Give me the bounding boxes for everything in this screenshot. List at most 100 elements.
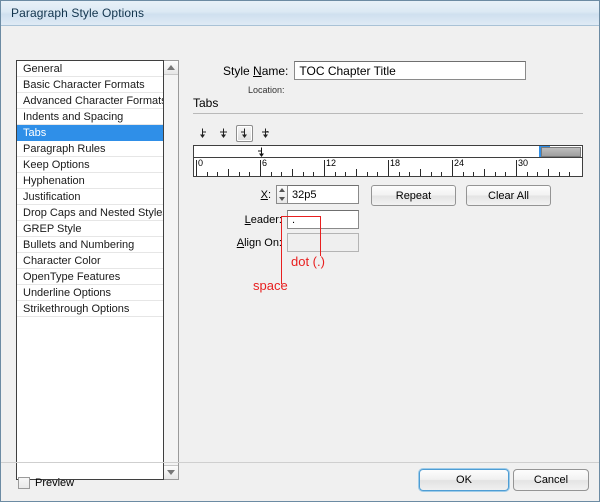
tab-ruler-scale: 0 6 12 18 24 30 xyxy=(194,158,582,176)
x-stepper-up[interactable] xyxy=(277,186,287,195)
sidebar-item-label: Bullets and Numbering xyxy=(23,239,135,251)
scroll-down-icon[interactable] xyxy=(164,465,178,479)
triangle-up-icon xyxy=(167,65,175,70)
align-on-input[interactable] xyxy=(287,233,359,252)
ruler-minor-tick xyxy=(345,172,346,176)
leader-input[interactable] xyxy=(287,210,359,229)
right-tab-icon[interactable] xyxy=(236,125,253,142)
category-list[interactable]: General Basic Character Formats Advanced C… xyxy=(16,60,164,480)
center-tab-icon-glyph xyxy=(220,128,227,138)
ruler-minor-tick xyxy=(569,172,570,176)
sidebar-item-strikethrough-options[interactable]: Strikethrough Options xyxy=(17,301,163,317)
ruler-minor-tick xyxy=(313,172,314,176)
cancel-button[interactable]: Cancel xyxy=(513,469,589,491)
decimal-tab-icon-glyph xyxy=(262,128,269,138)
preview-checkbox-row[interactable]: Preview xyxy=(18,477,74,489)
repeat-button[interactable]: Repeat xyxy=(371,185,456,206)
x-field-row: X: xyxy=(226,185,359,204)
sidebar-item-label: Justification xyxy=(23,191,81,203)
ok-button[interactable]: OK xyxy=(419,469,509,491)
sidebar-item-label: Drop Caps and Nested Styles xyxy=(23,207,164,219)
sidebar-item-keep-options[interactable]: Keep Options xyxy=(17,157,163,173)
category-list-scrollbar[interactable] xyxy=(164,60,179,480)
sidebar-item-tabs[interactable]: Tabs xyxy=(17,125,163,141)
sidebar-item-character-color[interactable]: Character Color xyxy=(17,253,163,269)
scroll-up-icon[interactable] xyxy=(164,61,178,75)
tab-ruler-drag-handle[interactable] xyxy=(541,147,581,157)
sidebar-item-underline-options[interactable]: Underline Options xyxy=(17,285,163,301)
ruler-minor-tick xyxy=(281,172,282,176)
sidebar-item-label: Keep Options xyxy=(23,159,90,171)
ruler-minor-tick xyxy=(217,172,218,176)
x-input[interactable] xyxy=(287,185,359,204)
sidebar-item-label: Underline Options xyxy=(23,287,112,299)
left-tab-icon-glyph xyxy=(200,128,206,138)
decimal-tab-icon[interactable] xyxy=(257,125,274,142)
center-tab-icon[interactable] xyxy=(215,125,232,142)
window-title: Paragraph Style Options xyxy=(11,6,145,20)
clear-all-button[interactable]: Clear All xyxy=(466,185,551,206)
triangle-up-icon xyxy=(279,188,285,193)
ruler-minor-tick xyxy=(559,172,560,176)
section-divider xyxy=(193,113,583,114)
sidebar-item-paragraph-rules[interactable]: Paragraph Rules xyxy=(17,141,163,157)
ruler-tick-label: 12 xyxy=(326,158,337,168)
sidebar-item-grep-style[interactable]: GREP Style xyxy=(17,221,163,237)
leader-label: Leader: xyxy=(244,213,282,226)
ruler-minor-tick xyxy=(399,172,400,176)
sidebar-item-label: OpenType Features xyxy=(23,271,121,283)
ruler-minor-tick xyxy=(249,172,250,176)
sidebar-item-advanced-character-formats[interactable]: Advanced Character Formats xyxy=(17,93,163,109)
x-stepper[interactable] xyxy=(276,185,287,204)
style-name-label: Style Name: xyxy=(223,63,289,78)
sidebar-item-basic-character-formats[interactable]: Basic Character Formats xyxy=(17,77,163,93)
ruler-minor-tick xyxy=(548,169,549,176)
dialog-body: General Basic Character Formats Advanced C… xyxy=(1,26,599,501)
annotation-elbow-dot xyxy=(281,216,321,217)
right-tab-icon-glyph xyxy=(241,128,247,138)
sidebar-item-label: Character Color xyxy=(23,255,101,267)
style-name-input[interactable] xyxy=(294,61,527,80)
preview-checkbox[interactable] xyxy=(18,477,30,489)
ruler-minor-tick xyxy=(431,172,432,176)
ruler-minor-tick xyxy=(527,172,528,176)
ruler-minor-tick xyxy=(356,169,357,176)
sidebar-item-drop-caps-and-nested-styles[interactable]: Drop Caps and Nested Styles xyxy=(17,205,163,221)
x-stepper-down[interactable] xyxy=(277,195,287,204)
sidebar-item-label: Hyphenation xyxy=(23,175,85,187)
section-title: Tabs xyxy=(193,96,219,110)
ruler-minor-tick xyxy=(505,172,506,176)
triangle-down-icon xyxy=(279,196,285,201)
tab-ruler[interactable]: 0 6 12 18 24 30 xyxy=(193,145,583,177)
sidebar-item-opentype-features[interactable]: OpenType Features xyxy=(17,269,163,285)
sidebar-item-indents-and-spacing[interactable]: Indents and Spacing xyxy=(17,109,163,125)
triangle-down-icon xyxy=(167,470,175,475)
sidebar-item-hyphenation[interactable]: Hyphenation xyxy=(17,173,163,189)
sidebar-item-justification[interactable]: Justification xyxy=(17,189,163,205)
tab-alignment-buttons xyxy=(194,125,274,142)
ruler-tick-label: 30 xyxy=(518,158,529,168)
preview-label: Preview xyxy=(35,477,75,489)
align-on-label: Align On: xyxy=(236,236,282,249)
left-tab-icon[interactable] xyxy=(194,125,211,142)
sidebar-item-general[interactable]: General xyxy=(17,61,163,77)
ruler-minor-tick xyxy=(537,172,538,176)
paragraph-style-options-dialog: Paragraph Style Options General Basic Cha… xyxy=(0,0,600,502)
sidebar-item-label: Indents and Spacing xyxy=(23,111,124,123)
ruler-minor-tick xyxy=(367,172,368,176)
ruler-minor-tick xyxy=(484,169,485,176)
tab-ruler-marker-strip[interactable] xyxy=(194,146,582,158)
sidebar-item-bullets-and-numbering[interactable]: Bullets and Numbering xyxy=(17,237,163,253)
leader-field-row: Leader: xyxy=(226,210,359,229)
sidebar-item-label: Paragraph Rules xyxy=(23,143,106,155)
sidebar-item-label: Strikethrough Options xyxy=(23,303,130,315)
ruler-minor-tick xyxy=(463,172,464,176)
title-bar: Paragraph Style Options xyxy=(1,1,599,26)
ruler-minor-tick xyxy=(239,172,240,176)
ruler-minor-tick xyxy=(473,172,474,176)
ruler-minor-tick xyxy=(377,172,378,176)
x-label: X: xyxy=(260,188,271,201)
ruler-minor-tick xyxy=(409,172,410,176)
align-on-field-row: Align On: xyxy=(226,233,359,252)
ruler-minor-tick xyxy=(495,172,496,176)
